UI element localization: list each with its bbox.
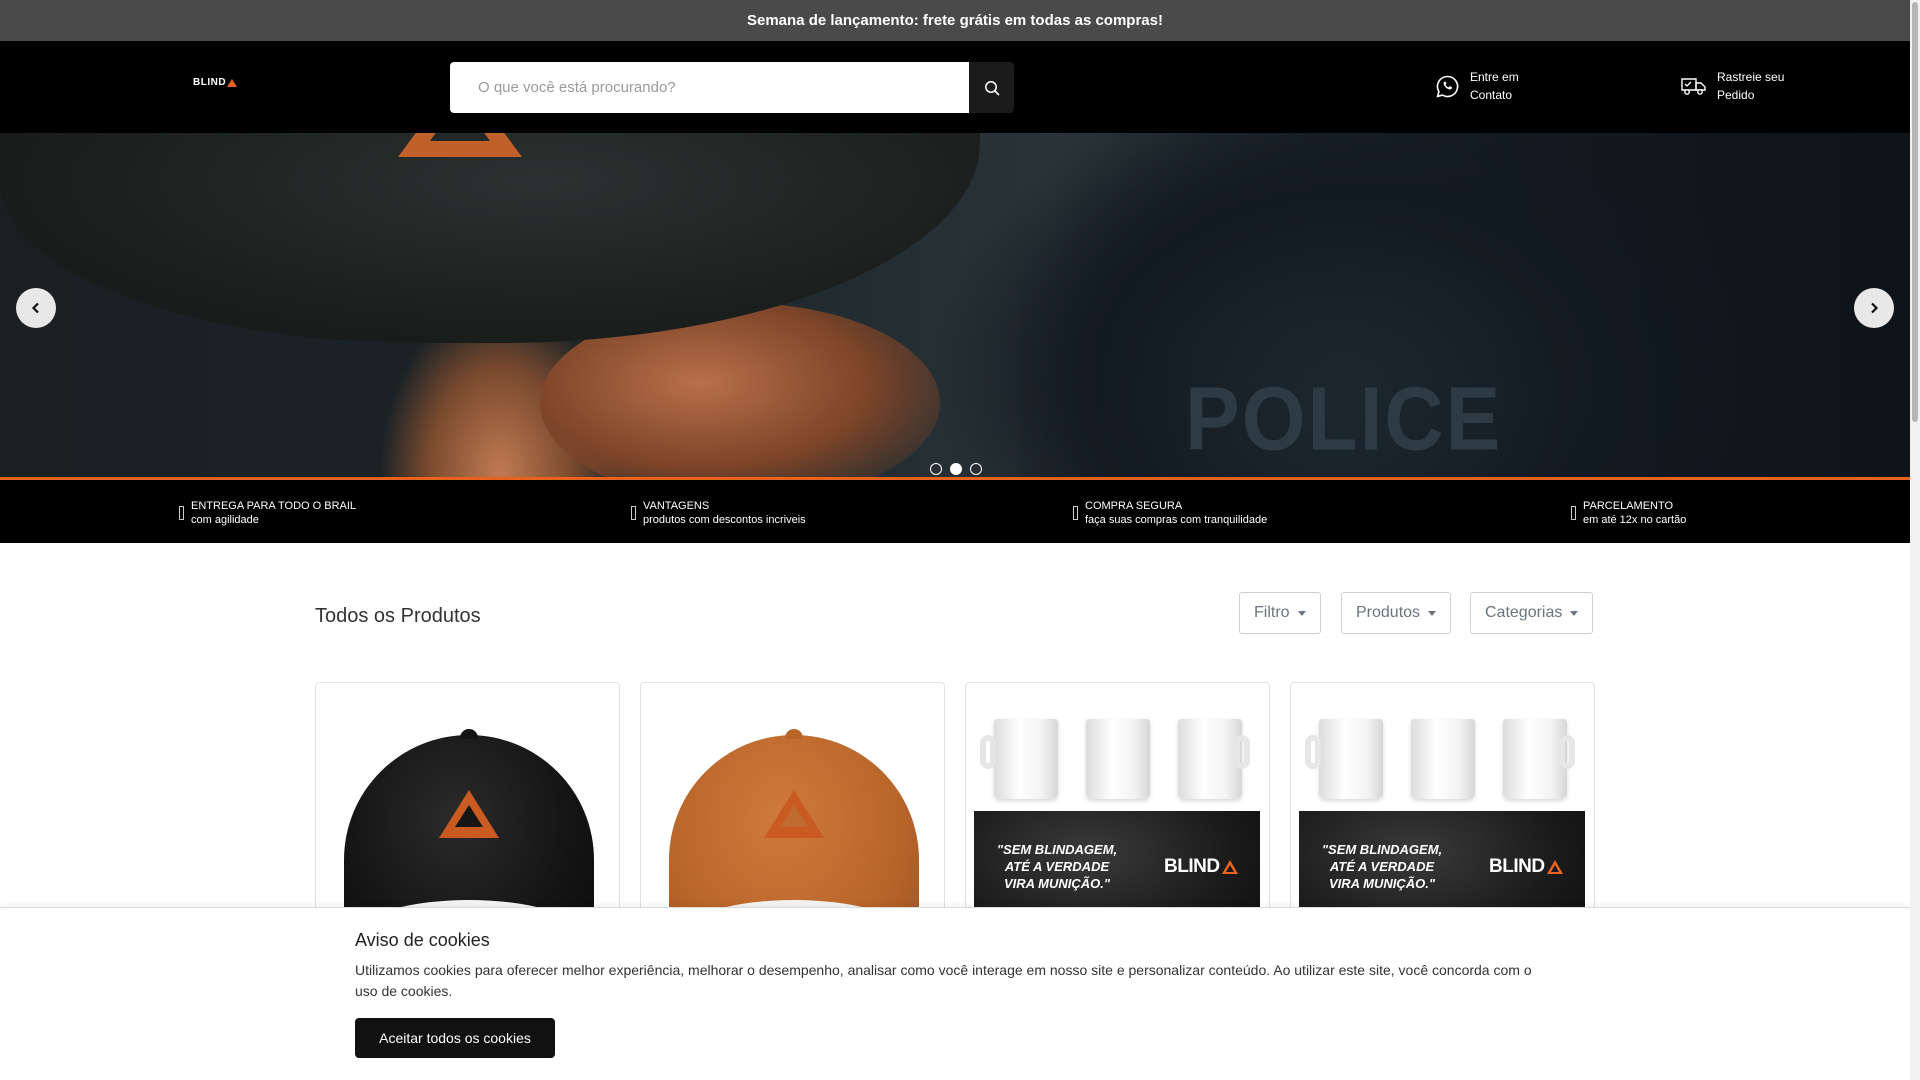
mug-image	[1178, 719, 1250, 799]
benefit-subtitle: faça suas compras com tranquilidade	[1085, 514, 1268, 526]
product-card-mug-2[interactable]: "SEM BLINDAGEM, ATÉ A VERDADE VIRA MUNIÇ…	[1290, 682, 1595, 942]
cookie-title: Aviso de cookies	[355, 930, 490, 950]
brand-triangle-icon	[1546, 860, 1563, 874]
search-icon	[984, 80, 999, 95]
product-card-black-cap[interactable]	[315, 682, 620, 942]
benefit-delivery: ENTREGA PARA TODO O BRAIL com agilidade	[179, 499, 356, 527]
categories-dropdown-label: Categorias	[1485, 604, 1563, 621]
logo[interactable]: BLIND	[193, 77, 238, 88]
carousel-dot-3[interactable]	[970, 463, 982, 475]
product-image-mugs	[1291, 713, 1594, 803]
benefit-delivery-icon	[179, 506, 184, 520]
chevron-right-icon	[1871, 302, 1879, 314]
benefit-installments: PARCELAMENTO em até 12x no cartão	[1571, 499, 1686, 527]
hero-cap-image	[0, 133, 980, 343]
product-image-mugs	[966, 713, 1269, 803]
products-dropdown[interactable]: Produtos	[1341, 592, 1452, 634]
search-button[interactable]	[969, 62, 1014, 113]
track-order-link[interactable]: Rastreie seu Pedido	[1680, 68, 1797, 104]
carousel-indicators	[930, 463, 982, 475]
site-header: BLIND Entre em Contato	[0, 41, 1910, 133]
mug-image	[1411, 719, 1475, 799]
carousel-prev-button[interactable]	[16, 288, 56, 328]
cap-logo-icon	[439, 790, 499, 838]
carousel-next-button[interactable]	[1854, 288, 1894, 328]
benefits-strip: ENTREGA PARA TODO O BRAIL com agilidade …	[0, 480, 1910, 543]
cookie-banner: Aviso de cookies Utilizamos cookies para…	[0, 907, 1910, 1080]
products-section-title: Todos os Produtos	[315, 605, 481, 627]
track-line1: Rastreie seu	[1717, 70, 1785, 84]
mug-brand-text: BLIND	[1489, 856, 1545, 877]
mug-image	[1086, 719, 1150, 799]
hero-police-text: POLICE	[1185, 369, 1503, 470]
product-card-mug-1[interactable]: "SEM BLINDAGEM, ATÉ A VERDADE VIRA MUNIÇ…	[965, 682, 1270, 942]
carousel-dot-2[interactable]	[950, 463, 962, 475]
benefit-subtitle: com agilidade	[191, 514, 259, 526]
caret-down-icon	[1297, 610, 1306, 616]
mug-image	[980, 719, 1058, 799]
chevron-left-icon	[31, 302, 39, 314]
mug-brand-logo: BLIND	[1489, 856, 1563, 878]
mug-quote-text: "SEM BLINDAGEM, ATÉ A VERDADE VIRA MUNIÇ…	[1321, 842, 1443, 891]
categories-dropdown[interactable]: Categorias	[1470, 592, 1594, 634]
benefit-secure-icon	[1073, 506, 1078, 520]
logo-triangle-icon	[227, 78, 238, 87]
filter-dropdown[interactable]: Filtro	[1239, 592, 1321, 634]
mug-image	[1305, 719, 1383, 799]
cap-button	[785, 729, 803, 739]
benefit-subtitle: em até 12x no cartão	[1583, 514, 1687, 526]
contact-link[interactable]: Entre em Contato	[1435, 68, 1530, 104]
benefit-title: PARCELAMENTO	[1583, 500, 1674, 512]
benefit-advantages: VANTAGENS produtos com descontos incrive…	[631, 499, 806, 527]
benefit-subtitle: produtos com descontos incriveis	[643, 514, 806, 526]
benefit-title: VANTAGENS	[643, 500, 710, 512]
benefit-secure: COMPRA SEGURA faça suas compras com tran…	[1073, 499, 1267, 527]
mug-image	[1503, 719, 1575, 799]
cap-button	[460, 729, 478, 739]
accept-cookies-button[interactable]: Aceitar todos os cookies	[355, 1018, 555, 1058]
announcement-text: Semana de lançamento: frete grátis em to…	[747, 12, 1163, 29]
search-bar	[450, 62, 1014, 113]
benefit-title: ENTREGA PARA TODO O BRAIL	[191, 500, 357, 512]
track-line2: Pedido	[1717, 88, 1755, 102]
caret-down-icon	[1570, 610, 1579, 616]
benefit-advantages-icon	[631, 506, 636, 520]
hero-carousel: POLICE	[0, 133, 1910, 480]
benefit-installments-icon	[1571, 506, 1576, 520]
mug-brand-text: BLIND	[1164, 856, 1220, 877]
filter-dropdown-label: Filtro	[1254, 604, 1290, 621]
mug-brand-logo: BLIND	[1164, 856, 1238, 878]
caret-down-icon	[1428, 610, 1437, 616]
products-dropdown-label: Produtos	[1356, 604, 1421, 621]
benefit-title: COMPRA SEGURA	[1085, 500, 1183, 512]
contact-label: Entre em Contato	[1470, 68, 1530, 104]
announcement-bar: Semana de lançamento: frete grátis em to…	[0, 0, 1910, 41]
whatsapp-icon	[1436, 75, 1459, 98]
cap-logo-icon	[764, 790, 824, 838]
product-card-orange-cap[interactable]	[640, 682, 945, 942]
logo-text: BLIND	[193, 77, 227, 88]
brand-triangle-icon	[1221, 860, 1238, 874]
contact-line2: Contato	[1470, 88, 1513, 102]
page: Semana de lançamento: frete grátis em to…	[0, 0, 1920, 1080]
scrollbar-thumb[interactable]	[1912, 2, 1918, 422]
contact-line1: Entre em	[1470, 70, 1519, 84]
truck-icon	[1681, 78, 1706, 95]
cookie-text: Utilizamos cookies para oferecer melhor …	[355, 962, 1532, 999]
mug-quote-text: "SEM BLINDAGEM, ATÉ A VERDADE VIRA MUNIÇ…	[996, 842, 1118, 891]
track-order-label: Rastreie seu Pedido	[1717, 68, 1797, 104]
carousel-dot-1[interactable]	[930, 463, 942, 475]
hero-cap-logo-icon	[398, 133, 522, 157]
search-input[interactable]	[450, 62, 969, 113]
